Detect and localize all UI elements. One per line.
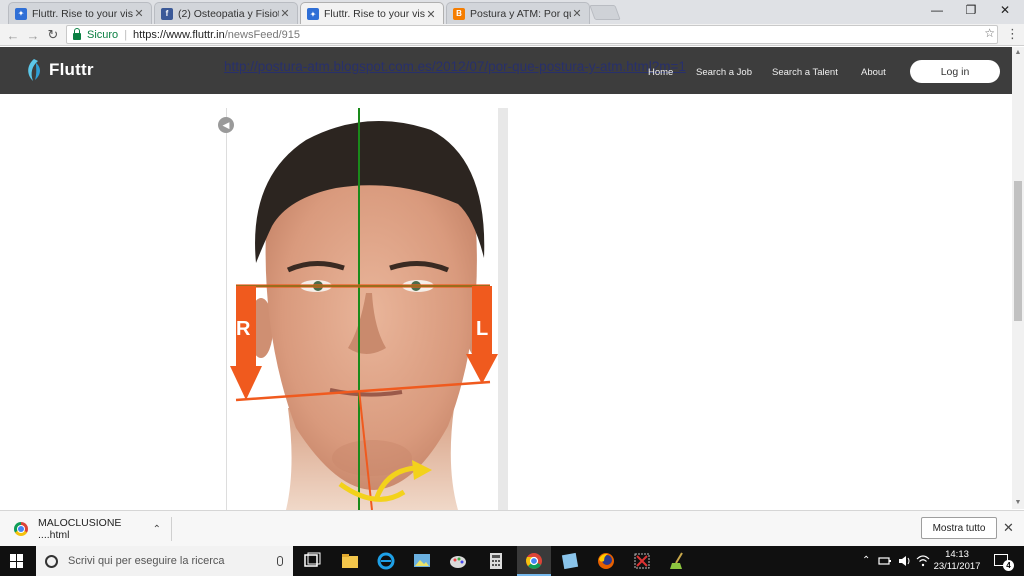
close-icon[interactable]: ✕: [279, 7, 291, 20]
fluttr-icon: ✦: [307, 8, 319, 20]
internet-explorer-icon[interactable]: [376, 551, 396, 571]
browser-menu-icon[interactable]: ⋮: [1006, 26, 1019, 42]
search-placeholder: Scrivi qui per eseguire la ricerca: [68, 555, 225, 567]
tab-strip: ✦ Fluttr. Rise to your vision ✕ f (2) Os…: [0, 0, 1024, 25]
url-host: https://www.fluttr.in: [133, 28, 225, 41]
blogger-icon: B: [453, 7, 465, 20]
chevron-up-icon[interactable]: ⌃: [153, 524, 161, 535]
system-clock[interactable]: 14:13 23/11/2017: [930, 549, 984, 573]
reload-icon[interactable]: ↻: [44, 26, 62, 44]
frame-edge: [226, 108, 227, 510]
address-bar[interactable]: Sicuro | https://www.fluttr.in/newsFeed/…: [66, 25, 998, 44]
nav-search-job[interactable]: Search a Job: [696, 67, 752, 78]
calculator-icon[interactable]: [486, 551, 506, 571]
secure-label: Sicuro: [87, 28, 119, 41]
tab-title: Fluttr. Rise to your vision: [324, 8, 425, 20]
site-header: Fluttr http://postura-atm.blogspot.com.e…: [0, 47, 1012, 94]
fluttr-logo-icon: [28, 59, 40, 81]
page-scrollbar[interactable]: ▲ ▼: [1012, 47, 1024, 509]
restore-icon[interactable]: ❐: [954, 0, 988, 20]
lock-icon: [73, 27, 81, 40]
action-center-icon[interactable]: 4: [994, 554, 1014, 571]
close-icon[interactable]: ✕: [1003, 520, 1014, 536]
notes-app-icon[interactable]: [560, 551, 580, 571]
taskbar-search[interactable]: Scrivi qui per eseguire la ricerca: [36, 546, 293, 576]
clock-date: 23/11/2017: [933, 561, 981, 572]
logo-text: Fluttr: [49, 60, 94, 79]
minimize-icon[interactable]: —: [920, 0, 954, 20]
cleanup-broom-icon[interactable]: [668, 551, 688, 571]
site-logo[interactable]: Fluttr: [24, 58, 94, 82]
tab-title: Fluttr. Rise to your vision: [32, 7, 133, 20]
wifi-icon[interactable]: [916, 554, 930, 568]
url-path: /newsFeed/915: [224, 28, 300, 41]
tab-fluttr-active[interactable]: ✦ Fluttr. Rise to your vision ✕: [300, 2, 444, 25]
snipping-tool-icon[interactable]: [632, 551, 652, 571]
separator: |: [124, 28, 128, 41]
close-icon[interactable]: ✕: [425, 8, 437, 21]
window-close-icon[interactable]: ✕: [988, 0, 1022, 20]
browser-toolbar: ← → ↻ Sicuro | https://www.fluttr.in/new…: [0, 24, 1024, 46]
close-icon[interactable]: ◀: [218, 117, 234, 133]
chrome-icon: [14, 522, 28, 536]
tab-blogger[interactable]: B Postura y ATM: Por qué p... ✕: [446, 2, 590, 24]
firefox-icon[interactable]: [596, 551, 616, 571]
login-button[interactable]: Log in: [910, 60, 1000, 83]
scroll-down-icon[interactable]: ▼: [1014, 499, 1022, 506]
close-icon[interactable]: ✕: [571, 7, 583, 20]
download-bar: MALOCLUSIONE ....html ⌃ Mostra tutto ✕: [0, 510, 1024, 546]
chevron-up-icon[interactable]: ⌃: [862, 555, 870, 566]
back-arrow-icon[interactable]: ←: [4, 26, 22, 44]
close-icon[interactable]: ✕: [133, 7, 145, 20]
volume-icon[interactable]: [898, 554, 912, 568]
chrome-icon[interactable]: [524, 551, 544, 571]
battery-icon[interactable]: [878, 554, 892, 568]
download-filename: MALOCLUSIONE ....html: [38, 517, 122, 541]
left-side-label: L: [476, 318, 489, 340]
posture-photo: R L: [226, 108, 508, 510]
fluttr-icon: ✦: [15, 7, 27, 20]
image-viewer-icon[interactable]: [412, 551, 432, 571]
frame-edge: [498, 108, 508, 510]
scroll-up-icon[interactable]: ▲: [1014, 49, 1022, 56]
nav-search-talent[interactable]: Search a Talent: [772, 67, 838, 78]
scroll-thumb[interactable]: [1014, 181, 1022, 321]
file-explorer-icon[interactable]: [340, 551, 360, 571]
facebook-icon: f: [161, 7, 173, 20]
bookmark-star-icon[interactable]: ☆: [984, 26, 995, 40]
download-item[interactable]: MALOCLUSIONE ....html ⌃: [8, 517, 172, 541]
nav-about[interactable]: About: [861, 67, 886, 78]
windows-start-icon[interactable]: [10, 554, 24, 568]
tab-facebook[interactable]: f (2) Osteopatia y Fisioter... ✕: [154, 2, 298, 24]
nav-home[interactable]: Home: [648, 67, 673, 78]
clock-time: 14:13: [945, 549, 969, 560]
forward-arrow-icon[interactable]: →: [24, 26, 42, 44]
microphone-icon[interactable]: [277, 556, 283, 566]
face-illustration: [230, 108, 498, 510]
cortana-icon: [45, 554, 58, 568]
windows-taskbar: Scrivi qui per eseguire la ricerca ⌃ 14:…: [0, 546, 1024, 576]
task-view-icon[interactable]: [302, 551, 322, 571]
paint-icon[interactable]: [448, 551, 468, 571]
show-all-button[interactable]: Mostra tutto: [921, 517, 997, 539]
notification-count: 4: [1003, 560, 1014, 571]
tab-fluttr-1[interactable]: ✦ Fluttr. Rise to your vision ✕: [8, 2, 152, 24]
new-tab-button[interactable]: [589, 5, 621, 20]
tab-title: Postura y ATM: Por qué p...: [470, 7, 571, 20]
right-side-label: R: [236, 318, 251, 340]
blog-link[interactable]: http://postura-atm.blogspot.com.es/2012/…: [224, 59, 686, 74]
tab-title: (2) Osteopatia y Fisioter...: [178, 7, 279, 20]
